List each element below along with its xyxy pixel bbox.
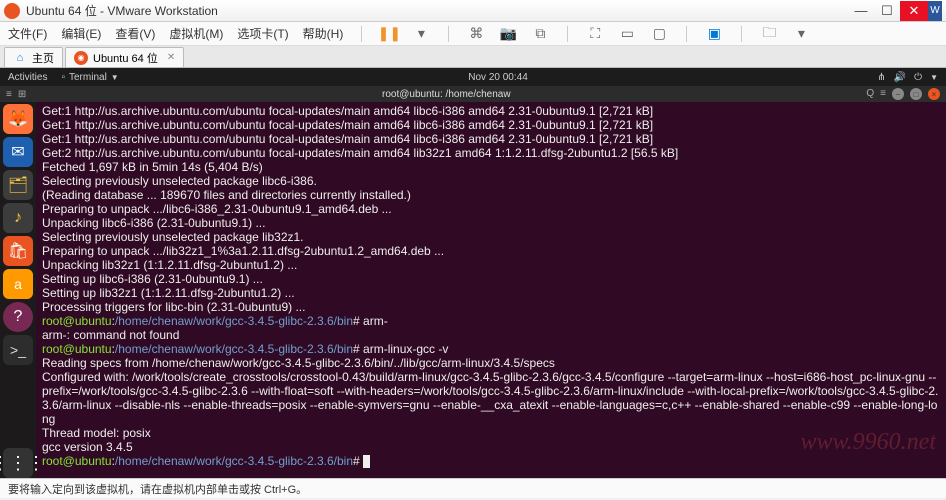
send-ctrlaltdel-icon[interactable]: ⌘ [467,27,485,41]
terminal-minimize-button[interactable]: − [892,88,904,100]
power-icon[interactable]: ⏻ [914,72,922,83]
snapshot-icon[interactable]: 📷 [499,27,517,41]
tab-home-label: 主页 [32,50,54,66]
terminal-app-icon: ▫ [61,72,65,83]
tab-close-icon[interactable]: ✕ [167,52,175,63]
volume-icon[interactable]: 🔊 [894,72,906,83]
dock-thunderbird-icon[interactable]: ✉ [3,137,33,167]
pause-icon[interactable]: ❚❚ [380,27,398,41]
gnome-activities[interactable]: Activities [8,72,47,83]
terminal-menu-icon[interactable]: ≡ [6,89,12,100]
network-icon[interactable]: ⋔ [877,72,885,83]
system-menu-dropdown-icon[interactable]: ▼ [930,73,938,82]
dock-firefox-icon[interactable]: 🦊 [3,104,33,134]
home-icon: ⌂ [13,51,27,65]
console-icon[interactable]: ▣ [705,27,723,41]
gnome-app-label[interactable]: Terminal [69,72,107,83]
window-buttons: — ☐ ✕ W [848,1,942,21]
tab-ubuntu[interactable]: ◉ Ubuntu 64 位 ✕ [65,47,184,67]
maximize-button[interactable]: ☐ [874,1,900,21]
terminal-titlebar: ≡ ⊞ root@ubuntu: /home/chenaw Q ≡ − □ × [0,86,946,102]
library-icon[interactable]: 🗀 [760,27,778,41]
tab-ubuntu-label: Ubuntu 64 位 [93,50,158,66]
vm-tabs: ⌂ 主页 ◉ Ubuntu 64 位 ✕ [0,46,946,68]
dock-help-icon[interactable]: ? [3,302,33,332]
vmware-menubar: 文件(F) 编辑(E) 查看(V) 虚拟机(M) 选项卡(T) 帮助(H) ❚❚… [0,22,946,46]
terminal-output[interactable]: Get:1 http://us.archive.ubuntu.com/ubunt… [36,102,946,478]
status-text: 要将输入定向到该虚拟机，请在虚拟机内部单击或按 Ctrl+G。 [8,481,307,497]
vmware-icon [4,3,20,19]
terminal-maximize-button[interactable]: □ [910,88,922,100]
gnome-topbar: Activities ▫ Terminal ▼ Nov 20 00:44 ⋔ 🔊… [0,68,946,86]
dock-software-icon[interactable]: 🛍 [3,236,33,266]
view-icon[interactable]: ▢ [650,27,668,41]
terminal-hamburger-icon[interactable]: ≡ [880,88,886,100]
menu-edit[interactable]: 编辑(E) [61,25,101,42]
minimize-button[interactable]: — [848,1,874,21]
dock-terminal-icon[interactable]: >_ [3,335,33,365]
terminal-search-icon[interactable]: Q [866,88,874,100]
snapshot-manager-icon[interactable]: ⧉ [531,27,549,41]
terminal-close-button[interactable]: × [928,88,940,100]
ubuntu-dock: 🦊 ✉ 🗂 ♪ 🛍 a ? >_ ⋮⋮⋮ [0,102,36,478]
app-menu-dropdown-icon[interactable]: ▼ [111,73,119,82]
gnome-datetime[interactable]: Nov 20 00:44 [119,72,878,83]
guest-desktop: 🦊 ✉ 🗂 ♪ 🛍 a ? >_ ⋮⋮⋮ Get:1 http://us.arc… [0,102,946,478]
ubuntu-icon: ◉ [74,51,88,65]
fullscreen-icon[interactable]: ⛶ [586,27,604,41]
vmware-titlebar: Ubuntu 64 位 - VMware Workstation — ☐ ✕ W [0,0,946,22]
window-title: Ubuntu 64 位 - VMware Workstation [26,2,848,19]
menu-file[interactable]: 文件(F) [8,25,47,42]
close-button[interactable]: ✕ [900,1,928,21]
menu-tabs[interactable]: 选项卡(T) [237,25,288,42]
external-app-icon: W [928,1,942,21]
tab-home[interactable]: ⌂ 主页 [4,47,63,67]
dropdown2-icon[interactable]: ▾ [792,27,810,41]
terminal-title: root@ubuntu: /home/chenaw [26,89,866,100]
menu-vm[interactable]: 虚拟机(M) [169,25,223,42]
vm-display[interactable]: Activities ▫ Terminal ▼ Nov 20 00:44 ⋔ 🔊… [0,68,946,478]
unity-icon[interactable]: ▭ [618,27,636,41]
dropdown-icon[interactable]: ▾ [412,27,430,41]
terminal-newtab-icon[interactable]: ⊞ [18,89,26,100]
menu-view[interactable]: 查看(V) [115,25,155,42]
dock-amazon-icon[interactable]: a [3,269,33,299]
menu-help[interactable]: 帮助(H) [303,25,344,42]
dock-rhythmbox-icon[interactable]: ♪ [3,203,33,233]
vmware-statusbar: 要将输入定向到该虚拟机，请在虚拟机内部单击或按 Ctrl+G。 [0,478,946,498]
dock-apps-icon[interactable]: ⋮⋮⋮ [3,448,33,478]
dock-files-icon[interactable]: 🗂 [3,170,33,200]
